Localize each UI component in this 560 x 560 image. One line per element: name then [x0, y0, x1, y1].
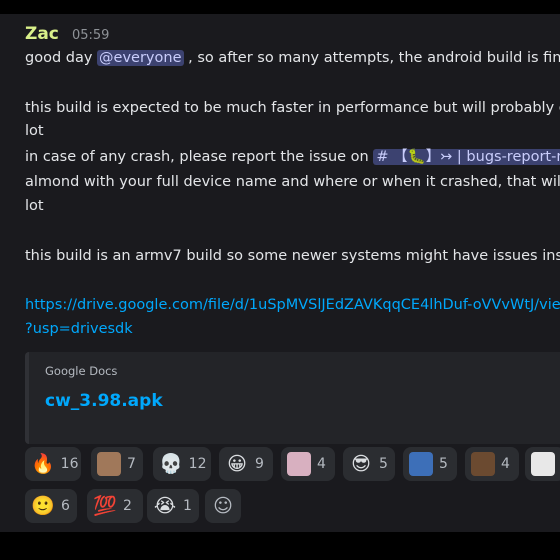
- reaction-custom-anime[interactable]: 4: [281, 447, 335, 481]
- author-name[interactable]: Zac: [25, 24, 59, 44]
- message-header: Zac 05:59: [25, 24, 109, 44]
- message-line-2: this build is expected to be much faster…: [25, 100, 560, 116]
- reaction-count: 5: [379, 456, 388, 472]
- reaction-count: 7: [127, 456, 136, 472]
- reaction-custom-dark-face[interactable]: 4: [465, 447, 519, 481]
- custom-anime-icon: [287, 452, 311, 476]
- reaction-skull[interactable]: 💀 12: [153, 447, 211, 481]
- add-reaction-button[interactable]: ☺: [205, 489, 241, 523]
- custom-white-face-icon: [531, 452, 555, 476]
- message-line-6: lot: [25, 198, 44, 214]
- reaction-fire[interactable]: 🔥 16: [25, 447, 81, 481]
- message-line-5: almond with your full device name and wh…: [25, 174, 560, 190]
- embed-title[interactable]: cw_3.98.apk: [45, 391, 163, 411]
- reaction-slight-smile[interactable]: 🙂 6: [25, 489, 77, 523]
- drive-link[interactable]: https://drive.google.com/file/d/1uSpMVSl…: [25, 295, 560, 315]
- reaction-smiling-face[interactable]: 😀 9: [219, 447, 273, 481]
- message-line-4: in case of any crash, please report the …: [25, 147, 560, 167]
- custom-blue-icon: [409, 452, 433, 476]
- message-line-7: this build is an armv7 build so some new…: [25, 248, 560, 264]
- line1-suffix: , so after so many attempts, the android…: [183, 50, 560, 66]
- reaction-count: 5: [439, 456, 448, 472]
- reaction-custom-white-face[interactable]: [525, 447, 560, 481]
- sunglasses-face-icon: 😎: [351, 453, 371, 475]
- add-reaction-icon: ☺: [213, 495, 233, 517]
- reaction-sunglasses[interactable]: 😎 5: [343, 447, 395, 481]
- channel-mention[interactable]: # 【🐛】↣ | bugs-report-ne: [373, 149, 560, 165]
- reaction-crying-face[interactable]: 😭 1: [147, 489, 199, 523]
- everyone-mention[interactable]: @everyone: [97, 50, 184, 66]
- reaction-count: 16: [60, 456, 79, 472]
- link-embed: Google Docs cw_3.98.apk: [25, 352, 560, 444]
- timestamp: 05:59: [71, 28, 110, 43]
- reaction-count: 4: [501, 456, 510, 472]
- crying-face-icon: 😭: [153, 495, 177, 517]
- hundred-points-icon: 💯: [93, 495, 117, 517]
- skull-icon: 💀: [159, 453, 183, 475]
- reaction-count: 2: [123, 498, 132, 514]
- reaction-count: 12: [188, 456, 207, 472]
- custom-dark-face-icon: [471, 452, 495, 476]
- reaction-custom-face[interactable]: 7: [91, 447, 143, 481]
- fire-icon: 🔥: [31, 453, 55, 475]
- message-line-1: good day @everyone , so after so many at…: [25, 48, 560, 68]
- line4-prefix: in case of any crash, please report the …: [25, 149, 374, 165]
- slight-smile-icon: 🙂: [31, 495, 55, 517]
- line1-prefix: good day: [25, 50, 98, 66]
- embed-provider: Google Docs: [45, 364, 118, 378]
- reaction-count: 1: [183, 498, 192, 514]
- reaction-hundred[interactable]: 💯 2: [87, 489, 143, 523]
- message-line-3: lot: [25, 123, 44, 139]
- message: Zac 05:59 good day @everyone , so after …: [0, 14, 560, 532]
- reaction-custom-blue[interactable]: 5: [403, 447, 457, 481]
- custom-face-icon: [97, 452, 121, 476]
- smiling-face-icon: 😀: [227, 453, 247, 475]
- drive-link-continued[interactable]: ?usp=drivesdk: [25, 319, 133, 339]
- reaction-count: 4: [317, 456, 326, 472]
- reaction-count: 6: [61, 498, 70, 514]
- reaction-count: 9: [255, 456, 264, 472]
